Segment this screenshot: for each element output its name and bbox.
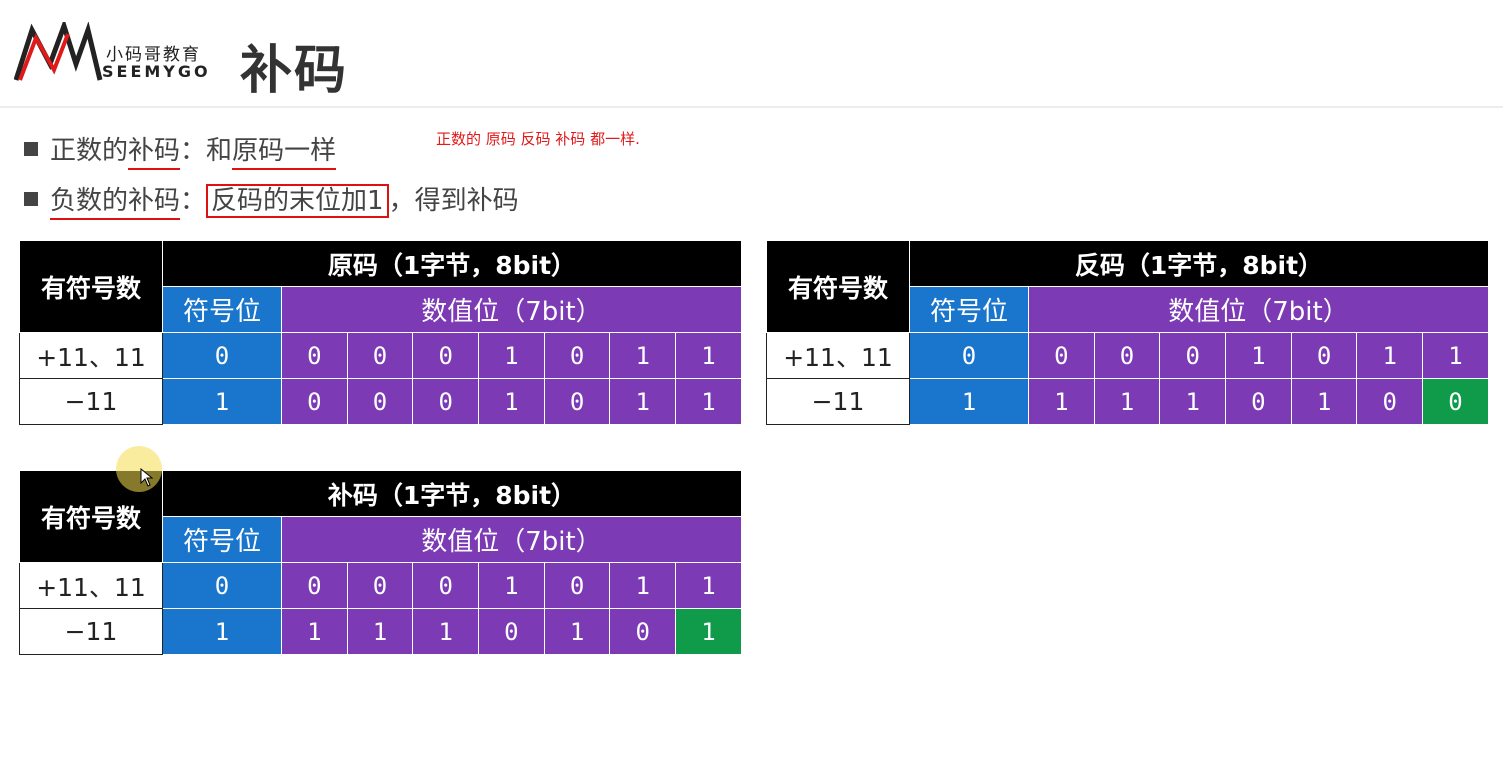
bit-cell: 1 (609, 378, 677, 425)
bullet-text-underlined: 负数的补码 (50, 186, 181, 220)
logo: 小码哥教育 SEEMYGO (14, 22, 214, 84)
bit-cell: 1 (412, 608, 480, 655)
bit-cell: 1 (478, 378, 545, 425)
bit-cell: 1 (1356, 332, 1424, 379)
page-title: 补码 (240, 41, 349, 101)
bullet-text: 和 (206, 136, 233, 166)
row-label: −11 (19, 608, 163, 655)
value-bits-header: 数值位（7bit） (281, 286, 742, 333)
table-twos-complement: 有符号数 补码（1字节，8bit） 符号位 数值位（7bit） +11、11 0… (19, 470, 742, 655)
bit-cell: 1 (162, 608, 282, 655)
bit-cell: 1 (675, 562, 742, 609)
bit-cell: 0 (609, 608, 677, 655)
bit-cell: 0 (543, 562, 611, 609)
bit-cell: 1 (675, 378, 742, 425)
bullet-text: ，得到补码 (388, 186, 519, 216)
bit-cell: 0 (543, 378, 611, 425)
bit-cell: 0 (281, 378, 348, 425)
bit-cell: 1 (1093, 378, 1161, 425)
bit-cell: 0 (281, 332, 348, 379)
mouse-pointer-icon (140, 468, 154, 487)
bullet-colon: ： (180, 136, 207, 166)
header: 小码哥教育 SEEMYGO 补码 (0, 0, 1503, 108)
bullet-text-boxed: 反码的末位加1 (206, 184, 389, 218)
row-header: 有符号数 (766, 240, 910, 333)
bit-cell: 0 (478, 608, 545, 655)
sign-bit-header: 符号位 (162, 286, 282, 333)
bit-cell: 0 (162, 332, 282, 379)
bit-cell: 0 (346, 562, 414, 609)
bit-cell: 1 (1225, 332, 1292, 379)
bit-cell: 0 (1356, 378, 1424, 425)
bit-cell: 1 (1422, 332, 1489, 379)
bit-cell-highlight: 1 (675, 608, 742, 655)
bit-cell: 1 (909, 378, 1029, 425)
logo-text-en: SEEMYGO (102, 62, 211, 81)
bit-cell: 0 (1028, 332, 1095, 379)
bit-cell: 0 (346, 332, 414, 379)
bit-cell: 0 (1225, 378, 1292, 425)
bit-cell: 1 (543, 608, 611, 655)
table-title: 反码（1字节，8bit） (909, 240, 1489, 287)
bit-cell: 1 (478, 332, 545, 379)
row-label: +11、11 (766, 332, 910, 379)
row-header: 有符号数 (19, 240, 163, 333)
row-label: −11 (766, 378, 910, 425)
bit-cell: 1 (675, 332, 742, 379)
value-bits-header: 数值位（7bit） (1028, 286, 1489, 333)
bit-cell: 1 (162, 378, 282, 425)
table-row: −11 1 1 1 1 0 1 0 0 (766, 378, 1489, 425)
bit-cell: 1 (609, 332, 677, 379)
bit-cell-highlight: 0 (1422, 378, 1489, 425)
bit-cell: 1 (1028, 378, 1095, 425)
row-label: −11 (19, 378, 163, 425)
bullet-square-icon (24, 192, 38, 206)
bit-cell: 1 (1159, 378, 1227, 425)
table-row: +11、11 0 0 0 0 1 0 1 1 (19, 332, 742, 379)
bit-cell: 1 (1290, 378, 1358, 425)
bit-cell: 0 (1159, 332, 1227, 379)
table-row: −11 1 0 0 0 1 0 1 1 (19, 378, 742, 425)
bullet-positive: 正数的补码：和原码一样 (24, 130, 337, 170)
bullet-text-underlined: 原码一样 (232, 136, 337, 170)
row-label: +11、11 (19, 332, 163, 379)
table-row: +11、11 0 0 0 0 1 0 1 1 (19, 562, 742, 609)
bit-cell: 1 (281, 608, 348, 655)
bullet-negative: 负数的补码： 反码的末位加1 ，得到补码 (24, 180, 519, 220)
bullet-text: 正数的 (50, 136, 129, 166)
bit-cell: 0 (412, 562, 480, 609)
value-bits-header: 数值位（7bit） (281, 516, 742, 563)
bit-cell: 1 (346, 608, 414, 655)
sign-bit-header: 符号位 (162, 516, 282, 563)
table-title: 原码（1字节，8bit） (162, 240, 742, 287)
bit-cell: 0 (909, 332, 1029, 379)
bit-cell: 0 (1290, 332, 1358, 379)
seemygo-logo-icon (14, 22, 103, 81)
cursor-highlight (116, 446, 162, 492)
sign-bit-header: 符号位 (909, 286, 1029, 333)
table-title: 补码（1字节，8bit） (162, 470, 742, 517)
bit-cell: 0 (1093, 332, 1161, 379)
bit-cell: 0 (412, 378, 480, 425)
bit-cell: 0 (543, 332, 611, 379)
row-label: +11、11 (19, 562, 163, 609)
bullet-text-underlined: 补码 (128, 136, 181, 170)
table-row: +11、11 0 0 0 0 1 0 1 1 (766, 332, 1489, 379)
bit-cell: 0 (412, 332, 480, 379)
bit-cell: 1 (609, 562, 677, 609)
bullet-square-icon (24, 142, 38, 156)
bit-cell: 0 (162, 562, 282, 609)
table-original: 有符号数 原码（1字节，8bit） 符号位 数值位（7bit） +11、11 0… (19, 240, 742, 425)
table-ones-complement: 有符号数 反码（1字节，8bit） 符号位 数值位（7bit） +11、11 0… (766, 240, 1489, 425)
bit-cell: 0 (346, 378, 414, 425)
bit-cell: 0 (281, 562, 348, 609)
bit-cell: 1 (478, 562, 545, 609)
bullet-colon: ： (180, 186, 207, 216)
table-row: −11 1 1 1 1 0 1 0 1 (19, 608, 742, 655)
red-annotation: 正数的 原码 反码 补码 都一样. (436, 130, 640, 148)
